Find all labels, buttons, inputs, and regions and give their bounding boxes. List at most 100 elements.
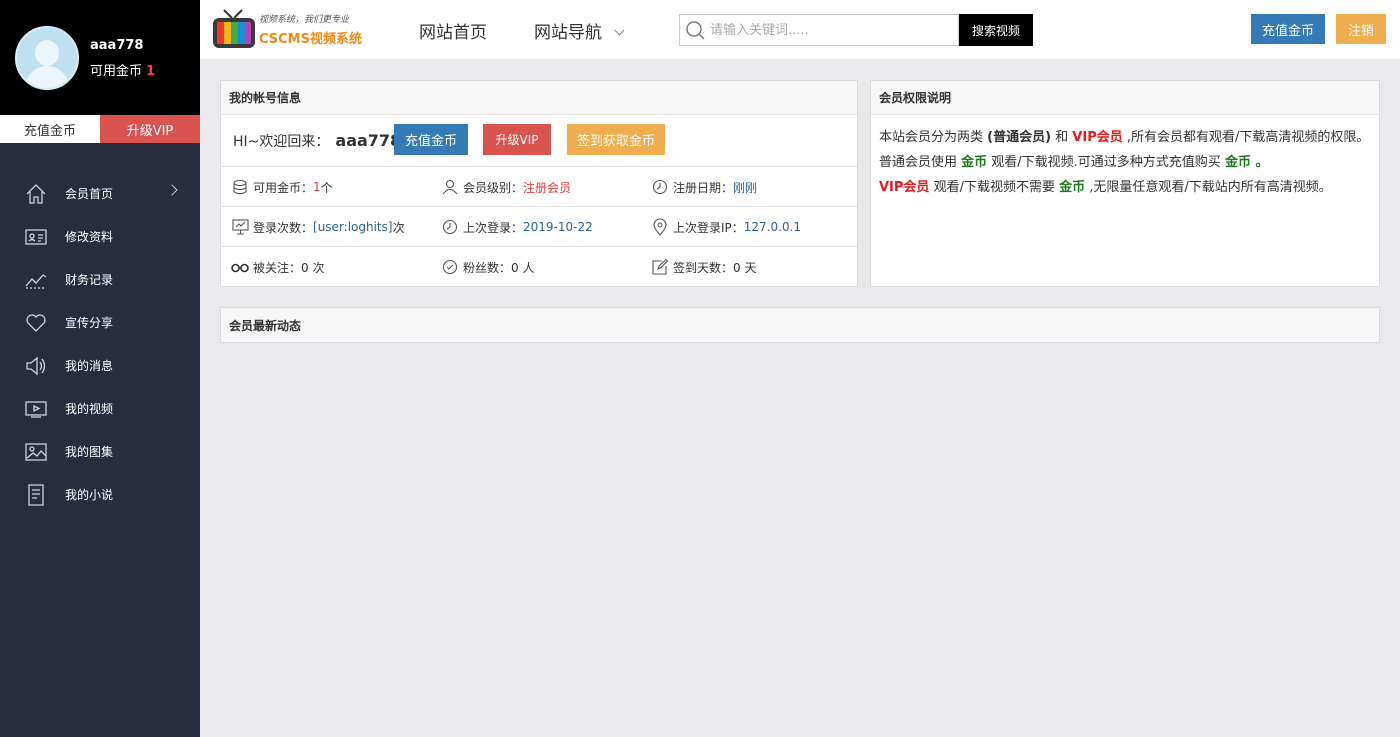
last-ip-info: 上次登录IP： 127.0.0.1 [651,207,801,247]
sidebar-item-home[interactable]: 会员首页 [0,172,200,215]
level-info: 会员级别： 注册会员 [441,167,571,207]
welcome-text: HI~欢迎回来： [233,133,330,150]
coins-info: 可用金币： 1 个 [231,167,333,207]
top-header: 视频系统，我们更专业 CSCMS视频系统 网站首页 网站导航 搜索视频 充值金币… [200,0,1400,60]
sidebar-item-finance[interactable]: 财务记录 [0,258,200,301]
sign-in-coins-button[interactable]: 签到获取金币 [567,124,665,155]
account-panel: 我的帐号信息 HI~欢迎回来： aaa778 充值金币 升级VIP 签到获取金币… [220,80,858,287]
search-input[interactable] [710,22,950,38]
last-ip-label: 上次登录IP： [673,220,744,235]
sidebar-vip-button[interactable]: 升级VIP [100,115,200,143]
home-icon [24,183,48,205]
search-box [679,14,959,46]
sidebar-item-share[interactable]: 宣传分享 [0,301,200,344]
chevron-down-icon [614,25,625,36]
nav-guide[interactable]: 网站导航 [534,18,625,43]
last-login-info: 上次登录： 2019-10-22 [441,207,593,247]
sidebar-item-label: 会员首页 [65,187,114,201]
image-icon [24,441,48,463]
perm-text: 金币 。 [1224,155,1269,170]
sidebar-item-messages[interactable]: 我的消息 [0,344,200,387]
member-news-panel: 会员最新动态 [220,307,1380,343]
header-recharge-button[interactable]: 充值金币 [1251,14,1325,44]
recharge-button[interactable]: 充值金币 [394,124,468,155]
sidebar-coins-value: 1 [146,64,156,79]
edit-icon [651,258,669,276]
clock-icon [441,218,459,236]
perm-text: ,无限量任意观看/下载站内所有高清视频。 [1085,180,1332,195]
sidebar-item-label: 我的图集 [65,445,114,459]
trend-icon [24,269,48,291]
perm-text: 金币 [961,155,988,170]
sidebar-coins: 可用金币 1 [90,60,155,79]
sidebar-coins-label: 可用金币 [90,64,143,79]
perm-text: 观看/下载视频不需要 [929,180,1060,195]
fans-value: 0 人 [511,260,535,275]
perm-text: 和 [1051,130,1073,145]
sidebar-item-label: 我的小说 [65,488,114,502]
sidebar-item-novels[interactable]: 我的小说 [0,473,200,516]
sidebar-item-label: 宣传分享 [65,316,114,330]
logo-slogan: 视频系统，我们更专业 [259,15,350,25]
level-value: 注册会员 [523,180,572,195]
glasses-icon [231,258,249,276]
sidebar-menu: 会员首页 修改资料 财务记录 宣传分享 我的消息 我的视频 我的图集 我的小说 [0,172,200,516]
chevron-right-icon [166,184,178,196]
search-icon [680,20,710,40]
nav-home[interactable]: 网站首页 [419,18,487,43]
perm-text: VIP会员 [1072,130,1123,145]
sidebar-username: aaa778 [90,38,144,53]
sign-days-label: 签到天数： [673,260,734,275]
last-ip-value: 127.0.0.1 [743,220,802,234]
location-pin-icon [651,218,669,236]
logins-unit: 次 [392,220,405,235]
monitor-icon [231,218,249,236]
permissions-panel: 会员权限说明 本站会员分为两类 (普通会员) 和 VIP会员 ,所有会员都有观看… [870,80,1380,287]
site-logo[interactable]: 视频系统，我们更专业 CSCMS视频系统 [212,8,362,52]
member-news-title: 会员最新动态 [221,308,1379,342]
id-card-icon [24,226,48,248]
permissions-text: 本站会员分为两类 (普通会员) 和 VIP会员 ,所有会员都有观看/下载高清视频… [871,115,1379,210]
reg-date-info: 注册日期： 刚刚 [651,167,757,207]
video-icon [24,398,48,420]
sidebar-item-albums[interactable]: 我的图集 [0,430,200,473]
sidebar-item-profile[interactable]: 修改资料 [0,215,200,258]
perm-text: ,所有会员都有观看/下载高清视频的权限。 [1122,130,1370,145]
check-circle-icon [441,258,459,276]
clock-icon [651,178,669,196]
reg-label: 注册日期： [673,180,734,195]
nav-guide-label: 网站导航 [534,23,602,43]
login-count-info: 登录次数： [user:loghits] 次 [231,207,405,247]
last-login-value: 2019-10-22 [523,220,593,234]
permissions-panel-title: 会员权限说明 [871,81,1379,115]
sidebar-item-label: 我的消息 [65,359,114,373]
upgrade-vip-button[interactable]: 升级VIP [483,124,551,155]
sidebar-item-videos[interactable]: 我的视频 [0,387,200,430]
sidebar-item-label: 修改资料 [65,230,114,244]
coins-stack-icon [231,178,249,196]
book-icon [24,483,48,506]
fans-info: 粉丝数： 0 人 [441,247,534,287]
account-panel-title: 我的帐号信息 [221,81,857,115]
search-button[interactable]: 搜索视频 [959,14,1033,46]
sidebar-item-label: 财务记录 [65,273,114,287]
fans-label: 粉丝数： [463,260,512,275]
perm-line-2: 普通会员使用 金币 观看/下载视频.可通过多种方式充值购买 金币 。 [879,150,1371,175]
coins-value: 1 [313,180,321,194]
perm-text: (普通会员) [987,130,1052,145]
reg-value: 刚刚 [733,180,758,195]
logout-button[interactable]: 注销 [1336,14,1386,44]
sidebar: aaa778 可用金币1 充值金币 升级VIP 会员首页 修改资料 财务记录 [0,0,200,737]
perm-line-1: 本站会员分为两类 (普通会员) 和 VIP会员 ,所有会员都有观看/下载高清视频… [879,125,1371,150]
avatar[interactable] [15,26,79,90]
speaker-icon [24,355,48,377]
followed-label: 被关注： [253,260,302,275]
level-label: 会员级别： [463,180,524,195]
logins-value: [user:loghits] [313,220,393,234]
logo-brand: CSCMS视频系统 [259,32,362,47]
sidebar-recharge-button[interactable]: 充值金币 [0,115,100,143]
perm-text: 普通会员使用 [879,155,962,170]
followed-info: 被关注： 0 次 [231,247,324,287]
profile-box: aaa778 可用金币 1 [0,0,200,115]
coins-unit: 个 [320,180,333,195]
